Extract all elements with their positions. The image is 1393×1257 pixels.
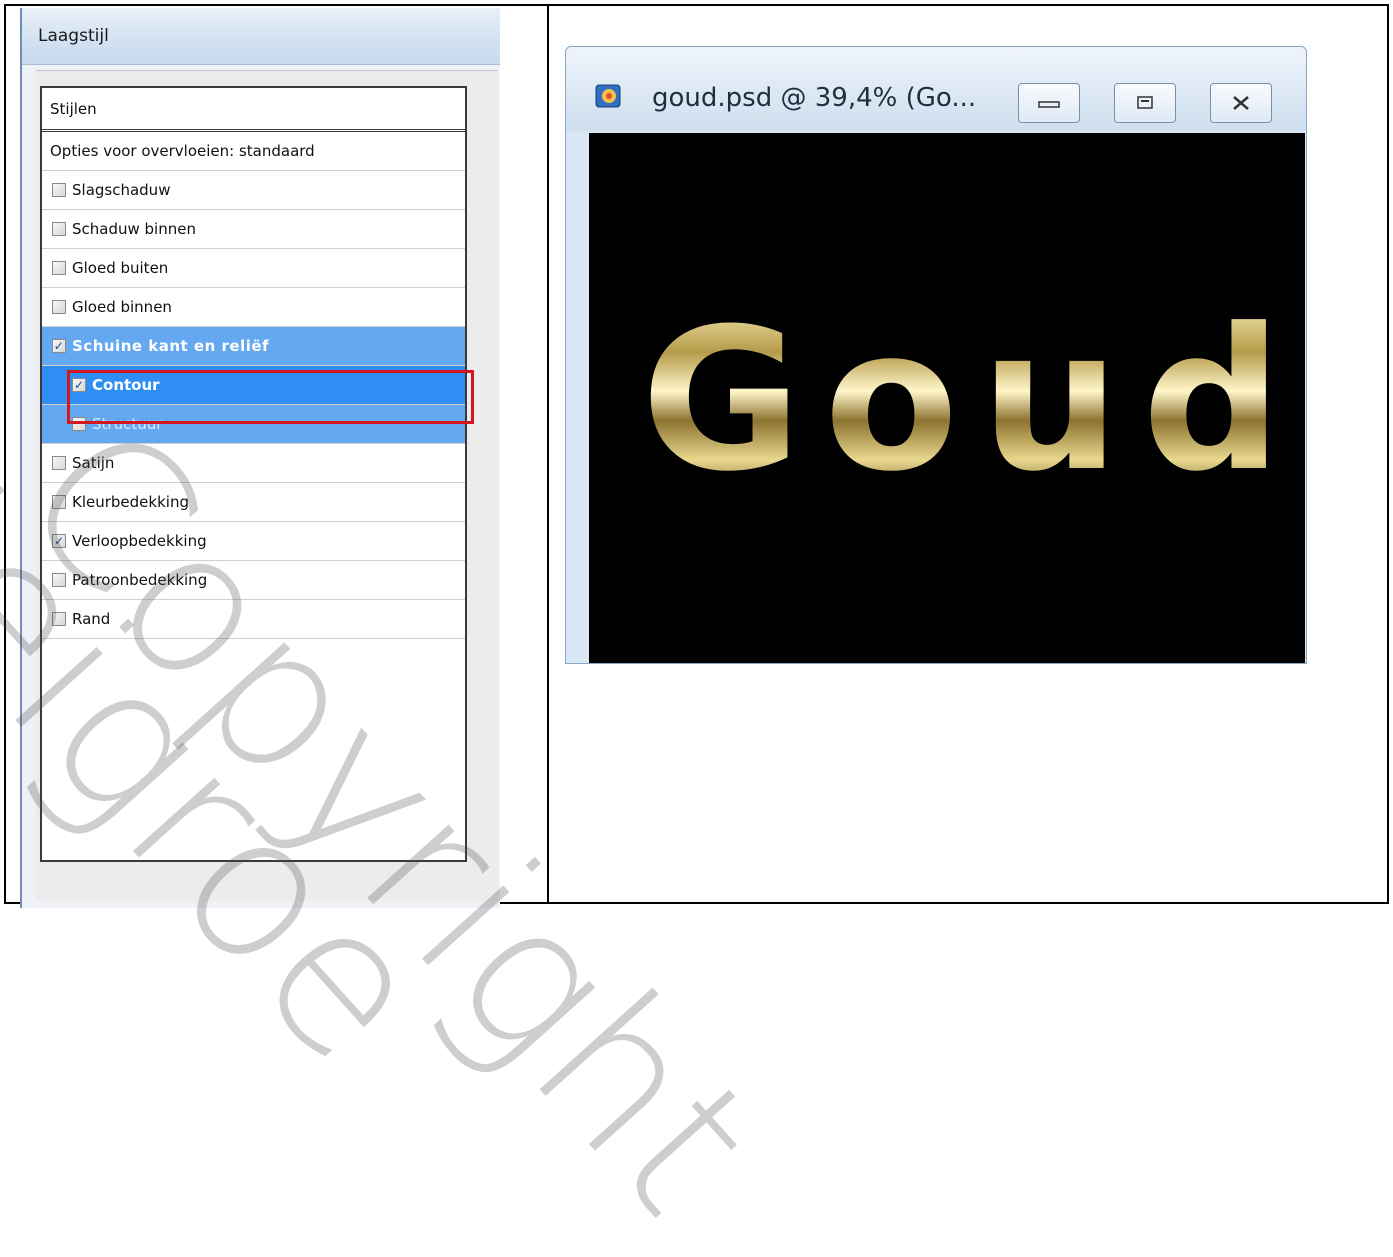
style-item-slagschaduw[interactable]: Slagschaduw bbox=[42, 171, 465, 210]
style-item-kleurbedekking[interactable]: Kleurbedekking bbox=[42, 483, 465, 522]
minimize-icon bbox=[1038, 101, 1060, 108]
gold-text-layer: Goud bbox=[641, 287, 1305, 515]
style-item-label: Schuine kant en reliëf bbox=[72, 337, 270, 355]
checkbox[interactable] bbox=[52, 300, 66, 314]
style-item-label: Satijn bbox=[72, 454, 115, 472]
document-window: goud.psd @ 39,4% (Go... Goud bbox=[565, 46, 1307, 664]
style-item-label: Kleurbedekking bbox=[72, 493, 189, 511]
style-item-label: Schaduw binnen bbox=[72, 220, 196, 238]
style-item-rand[interactable]: Rand bbox=[42, 600, 465, 639]
checkbox[interactable] bbox=[52, 495, 66, 509]
style-item-label: Gloed buiten bbox=[72, 259, 169, 277]
document-canvas[interactable]: Goud bbox=[589, 133, 1305, 663]
style-item-satijn[interactable]: Satijn bbox=[42, 444, 465, 483]
style-item-gloed-binnen[interactable]: Gloed binnen bbox=[42, 288, 465, 327]
restore-button[interactable] bbox=[1114, 83, 1176, 123]
checkbox[interactable] bbox=[52, 573, 66, 587]
frame-divider bbox=[547, 4, 549, 904]
close-button[interactable] bbox=[1210, 83, 1272, 123]
style-item-label: Verloopbedekking bbox=[72, 532, 207, 550]
checkbox[interactable] bbox=[52, 456, 66, 470]
blending-options-label: Opties voor overvloeien: standaard bbox=[50, 142, 315, 160]
minimize-button[interactable] bbox=[1018, 83, 1080, 123]
style-item-schaduw-binnen[interactable]: Schaduw binnen bbox=[42, 210, 465, 249]
style-item-label: Patroonbedekking bbox=[72, 571, 208, 589]
photoshop-document-icon bbox=[595, 84, 621, 108]
style-item-verloopbedekking[interactable]: ✓ Verloopbedekking bbox=[42, 522, 465, 561]
style-item-patroonbedekking[interactable]: Patroonbedekking bbox=[42, 561, 465, 600]
styles-header[interactable]: Stijlen bbox=[42, 88, 465, 132]
style-item-label: Rand bbox=[72, 610, 111, 628]
checkbox[interactable] bbox=[52, 261, 66, 275]
dialog-title: Laagstijl bbox=[38, 26, 109, 46]
document-title: goud.psd @ 39,4% (Go... bbox=[652, 83, 977, 113]
style-item-label: Slagschaduw bbox=[72, 181, 171, 199]
restore-icon bbox=[1137, 96, 1153, 109]
checkbox-checked[interactable]: ✓ bbox=[52, 534, 66, 548]
close-icon bbox=[1233, 96, 1249, 110]
styles-panel: Stijlen Opties voor overvloeien: standaa… bbox=[40, 86, 467, 862]
style-item-schuine-kant[interactable]: ✓ Schuine kant en reliëf bbox=[42, 327, 465, 366]
blending-options-item[interactable]: Opties voor overvloeien: standaard bbox=[42, 132, 465, 171]
checkbox[interactable] bbox=[52, 183, 66, 197]
contour-highlight-box bbox=[67, 370, 474, 424]
checkbox-checked[interactable]: ✓ bbox=[52, 339, 66, 353]
checkbox[interactable] bbox=[52, 222, 66, 236]
style-item-gloed-buiten[interactable]: Gloed buiten bbox=[42, 249, 465, 288]
checkbox[interactable] bbox=[52, 612, 66, 626]
style-item-label: Gloed binnen bbox=[72, 298, 172, 316]
